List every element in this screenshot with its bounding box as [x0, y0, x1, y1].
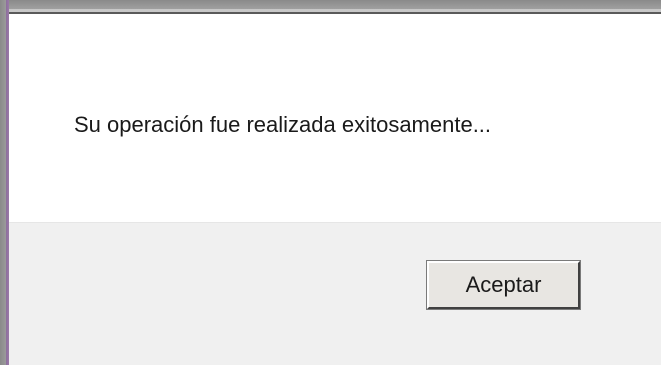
- window-frame-top: [0, 0, 661, 12]
- button-bar: Aceptar: [9, 222, 661, 365]
- accept-button[interactable]: Aceptar: [426, 260, 581, 310]
- window-frame-left: [0, 0, 9, 365]
- success-message: Su operación fue realizada exitosamente.…: [74, 112, 492, 137]
- message-area: Su operación fue realizada exitosamente.…: [9, 14, 661, 222]
- message-dialog: Su operación fue realizada exitosamente.…: [0, 0, 661, 365]
